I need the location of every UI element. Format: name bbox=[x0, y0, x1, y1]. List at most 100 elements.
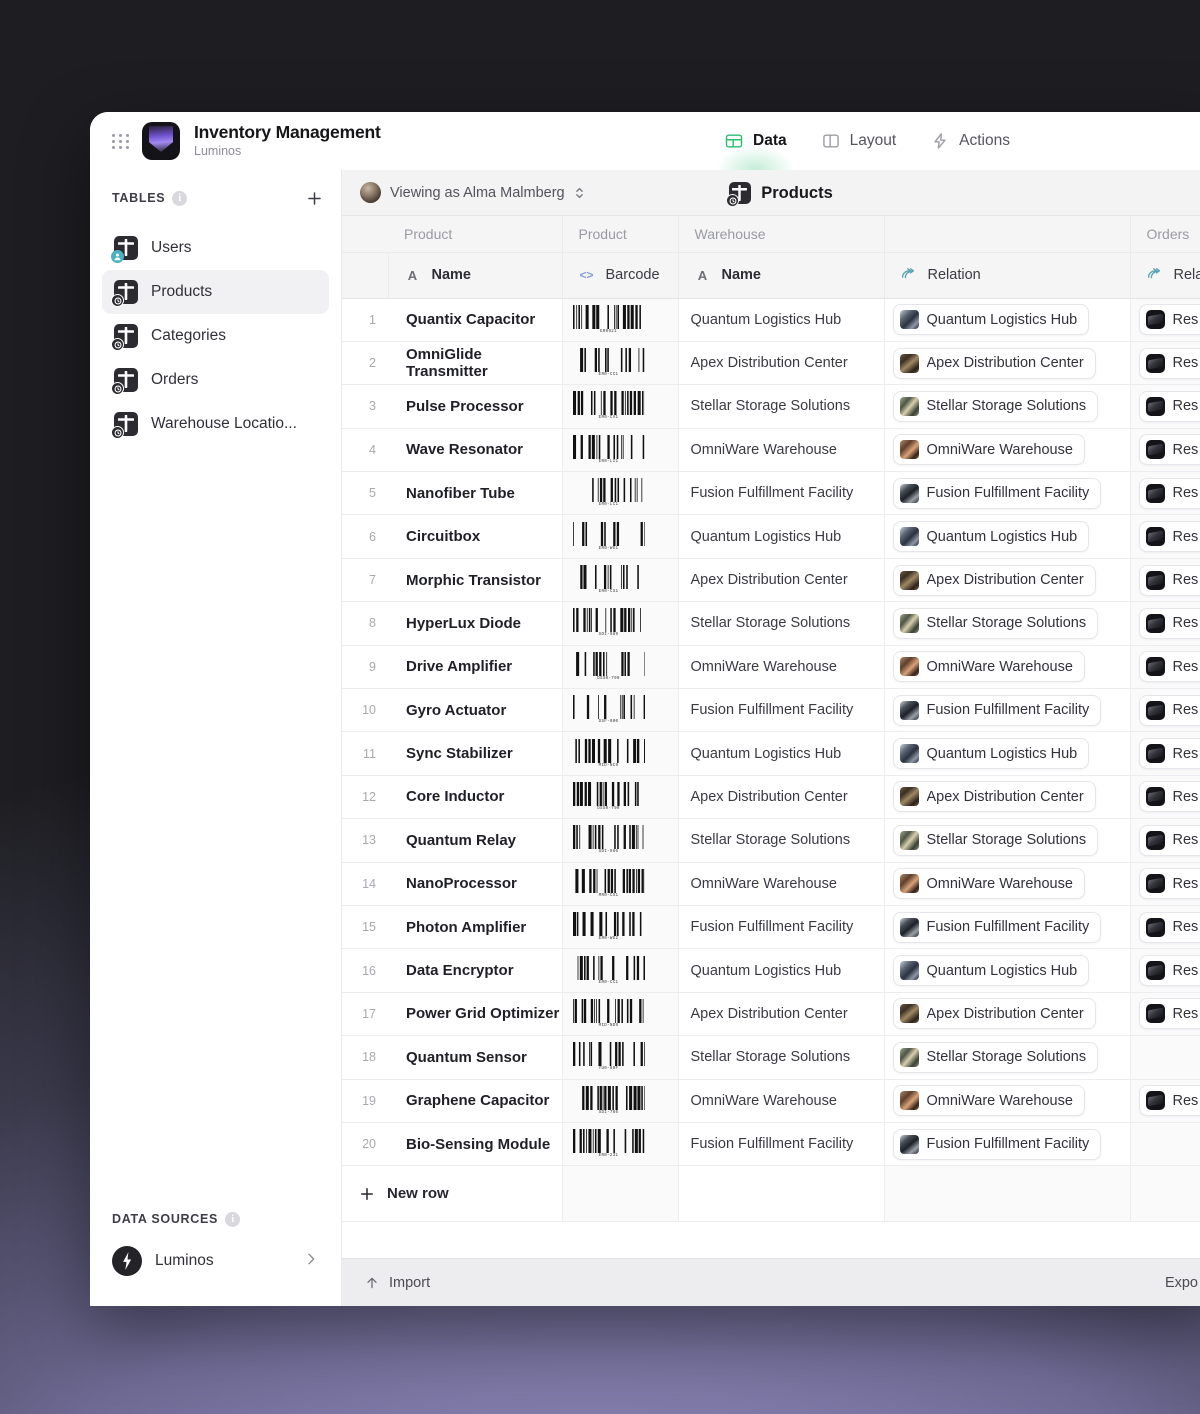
cell-warehouse-name[interactable]: Fusion Fulfillment Facility bbox=[678, 689, 884, 732]
order-relation-chip[interactable]: Res bbox=[1139, 608, 1200, 639]
cell-warehouse-name[interactable]: Fusion Fulfillment Facility bbox=[678, 472, 884, 515]
cell-barcode[interactable]: ER0-WG1 bbox=[562, 515, 678, 558]
cell-barcode[interactable]: ER0921 bbox=[562, 298, 678, 341]
cell-barcode[interactable]: SDI-766 bbox=[562, 1079, 678, 1122]
cell-barcode[interactable]: SDI-989 bbox=[562, 602, 678, 645]
cell-barcode[interactable]: MID-NC9 bbox=[562, 732, 678, 775]
cell-product-name[interactable]: Quantum Relay bbox=[388, 819, 562, 862]
cell-warehouse-relation[interactable]: Fusion Fulfillment Facility bbox=[884, 472, 1130, 515]
cell-orders-relation[interactable]: Res bbox=[1130, 645, 1200, 688]
cell-warehouse-relation[interactable]: Fusion Fulfillment Facility bbox=[884, 905, 1130, 948]
cell-product-name[interactable]: Quantix Capacitor bbox=[388, 298, 562, 341]
table-row[interactable]: 14 NanoProcessor MR0-CS1 OmniWare Wareho… bbox=[342, 862, 1200, 905]
cell-orders-relation[interactable]: Res bbox=[1130, 558, 1200, 601]
cell-warehouse-relation[interactable]: Apex Distribution Center bbox=[884, 558, 1130, 601]
cell-product-name[interactable]: Core Inductor bbox=[388, 775, 562, 818]
cell-product-name[interactable]: Circuitbox bbox=[388, 515, 562, 558]
cell-orders-relation[interactable]: Res bbox=[1130, 775, 1200, 818]
field-header-barcode[interactable]: <> Barcode bbox=[562, 252, 678, 298]
cell-product-name[interactable]: Gyro Actuator bbox=[388, 689, 562, 732]
relation-chip[interactable]: Stellar Storage Solutions bbox=[893, 608, 1099, 639]
cell-warehouse-name[interactable]: Stellar Storage Solutions bbox=[678, 385, 884, 428]
cell-product-name[interactable]: Quantum Sensor bbox=[388, 1036, 562, 1079]
cell-product-name[interactable]: Nanofiber Tube bbox=[388, 472, 562, 515]
info-icon[interactable]: i bbox=[225, 1212, 240, 1227]
relation-chip[interactable]: OmniWare Warehouse bbox=[893, 434, 1085, 465]
relation-chip[interactable]: Quantum Logistics Hub bbox=[893, 521, 1090, 552]
field-header-orders-relation[interactable]: Rela bbox=[1130, 252, 1200, 298]
table-row[interactable]: 2 OmniGlide Transmitter ER0-CC1 Apex Dis… bbox=[342, 341, 1200, 384]
table-row[interactable]: 6 Circuitbox ER0-WG1 Quantum Logistics H… bbox=[342, 515, 1200, 558]
table-row[interactable]: 9 Drive Amplifier DSS0-790 OmniWare Ware… bbox=[342, 645, 1200, 688]
field-header-relation[interactable]: Relation bbox=[884, 252, 1130, 298]
data-source-luminos[interactable]: Luminos bbox=[90, 1238, 341, 1284]
cell-orders-relation[interactable] bbox=[1130, 1036, 1200, 1079]
cell-warehouse-name[interactable]: Stellar Storage Solutions bbox=[678, 602, 884, 645]
table-row[interactable]: 7 Morphic Transistor ER0-CS1 Apex Distri… bbox=[342, 558, 1200, 601]
cell-orders-relation[interactable]: Res bbox=[1130, 905, 1200, 948]
cell-warehouse-relation[interactable]: OmniWare Warehouse bbox=[884, 1079, 1130, 1122]
field-header-warehouse-name[interactable]: A Name bbox=[678, 252, 884, 298]
sidebar-item-orders[interactable]: Orders bbox=[102, 358, 329, 402]
grid-dots-icon[interactable] bbox=[104, 134, 138, 149]
cell-orders-relation[interactable]: Res bbox=[1130, 515, 1200, 558]
table-row[interactable]: 8 HyperLux Diode SDI-989 Stellar Storage… bbox=[342, 602, 1200, 645]
tab-layout[interactable]: Layout bbox=[807, 112, 911, 170]
cell-warehouse-name[interactable]: Apex Distribution Center bbox=[678, 992, 884, 1035]
order-relation-chip[interactable]: Res bbox=[1139, 391, 1200, 422]
relation-chip[interactable]: Quantum Logistics Hub bbox=[893, 304, 1090, 335]
cell-orders-relation[interactable]: Res bbox=[1130, 341, 1200, 384]
order-relation-chip[interactable]: Res bbox=[1139, 521, 1200, 552]
cell-orders-relation[interactable] bbox=[1130, 1122, 1200, 1165]
cell-orders-relation[interactable]: Res bbox=[1130, 385, 1200, 428]
cell-barcode[interactable]: DSS0-790 bbox=[562, 645, 678, 688]
tab-data[interactable]: Data bbox=[710, 112, 801, 170]
cell-warehouse-relation[interactable]: Quantum Logistics Hub bbox=[884, 515, 1130, 558]
cell-product-name[interactable]: Wave Resonator bbox=[388, 428, 562, 471]
table-row[interactable]: 4 Wave Resonator ER0-LI1 OmniWare Wareho… bbox=[342, 428, 1200, 471]
table-row[interactable]: 13 Quantum Relay SDI-966 Stellar Storage… bbox=[342, 819, 1200, 862]
cell-barcode[interactable]: DSF-000 bbox=[562, 689, 678, 732]
table-row[interactable]: 16 Data Encryptor ER0-CC1 Quantum Logist… bbox=[342, 949, 1200, 992]
info-icon[interactable]: i bbox=[172, 191, 187, 206]
cell-warehouse-relation[interactable]: Fusion Fulfillment Facility bbox=[884, 689, 1130, 732]
relation-chip[interactable]: Fusion Fulfillment Facility bbox=[893, 912, 1102, 943]
cell-orders-relation[interactable]: Res bbox=[1130, 819, 1200, 862]
cell-product-name[interactable]: Sync Stabilizer bbox=[388, 732, 562, 775]
order-relation-chip[interactable]: Res bbox=[1139, 565, 1200, 596]
cell-orders-relation[interactable]: Res bbox=[1130, 472, 1200, 515]
cell-warehouse-relation[interactable]: OmniWare Warehouse bbox=[884, 862, 1130, 905]
cell-warehouse-relation[interactable]: Apex Distribution Center bbox=[884, 992, 1130, 1035]
order-relation-chip[interactable]: Res bbox=[1139, 304, 1200, 335]
table-row[interactable]: 11 Sync Stabilizer MID-NC9 Quantum Logis… bbox=[342, 732, 1200, 775]
cell-barcode[interactable]: ER0-CS1 bbox=[562, 558, 678, 601]
data-grid[interactable]: Product Product Warehouse Orders A bbox=[342, 216, 1200, 1258]
cell-warehouse-relation[interactable]: Quantum Logistics Hub bbox=[884, 298, 1130, 341]
cell-orders-relation[interactable]: Res bbox=[1130, 992, 1200, 1035]
sidebar-item-categories[interactable]: Categories bbox=[102, 314, 329, 358]
table-row[interactable]: 18 Quantum Sensor YU0-89F Stellar Storag… bbox=[342, 1036, 1200, 1079]
cell-orders-relation[interactable]: Res bbox=[1130, 428, 1200, 471]
cell-product-name[interactable]: Graphene Capacitor bbox=[388, 1079, 562, 1122]
cell-product-name[interactable]: NanoProcessor bbox=[388, 862, 562, 905]
cell-product-name[interactable]: Photon Amplifier bbox=[388, 905, 562, 948]
cell-barcode[interactable]: ER0-LI1 bbox=[562, 428, 678, 471]
table-row[interactable]: 20 Bio-Sensing Module ER0-231 Fusion Ful… bbox=[342, 1122, 1200, 1165]
order-relation-chip[interactable]: Res bbox=[1139, 825, 1200, 856]
cell-barcode[interactable]: DSS0-790 bbox=[562, 775, 678, 818]
cell-orders-relation[interactable]: Res bbox=[1130, 602, 1200, 645]
order-relation-chip[interactable]: Res bbox=[1139, 348, 1200, 379]
cell-warehouse-name[interactable]: OmniWare Warehouse bbox=[678, 862, 884, 905]
tab-actions[interactable]: Actions bbox=[916, 112, 1024, 170]
cell-warehouse-relation[interactable]: Apex Distribution Center bbox=[884, 775, 1130, 818]
relation-chip[interactable]: OmniWare Warehouse bbox=[893, 651, 1085, 682]
cell-warehouse-name[interactable]: Quantum Logistics Hub bbox=[678, 298, 884, 341]
order-relation-chip[interactable]: Res bbox=[1139, 478, 1200, 509]
order-relation-chip[interactable]: Res bbox=[1139, 955, 1200, 986]
cell-warehouse-name[interactable]: Quantum Logistics Hub bbox=[678, 515, 884, 558]
cell-orders-relation[interactable]: Res bbox=[1130, 689, 1200, 732]
import-button[interactable]: Import bbox=[364, 1275, 430, 1291]
table-row[interactable]: 10 Gyro Actuator DSF-000 Fusion Fulfillm… bbox=[342, 689, 1200, 732]
table-row[interactable]: 5 Nanofiber Tube ER0-LC1 Fusion Fulfillm… bbox=[342, 472, 1200, 515]
relation-chip[interactable]: Fusion Fulfillment Facility bbox=[893, 695, 1102, 726]
